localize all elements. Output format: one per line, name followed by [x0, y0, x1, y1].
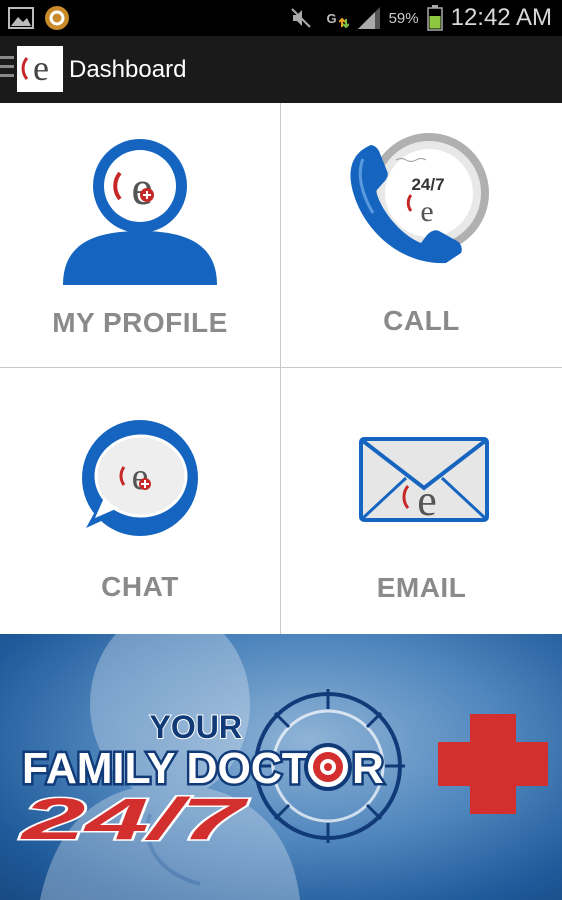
call-tile[interactable]: 24/7 e CALL: [281, 103, 562, 368]
signal-icon: [357, 7, 380, 29]
banner-line-your: YOUR: [150, 709, 242, 745]
e-logo-icon: e: [21, 48, 49, 88]
banner-line-247: 24/7: [20, 787, 249, 852]
drawer-menu-icon[interactable]: [0, 56, 14, 80]
action-bar: e Dashboard: [0, 36, 562, 106]
dashboard-grid: e MY PROFILE 24/7 e CALL e CHAT e EMAIL: [0, 103, 562, 634]
chat-tile[interactable]: e CHAT: [0, 368, 281, 634]
battery-icon: [426, 5, 443, 31]
profile-icon: e: [63, 139, 217, 285]
my-profile-label: MY PROFILE: [52, 307, 228, 338]
email-label: EMAIL: [376, 572, 467, 603]
svg-text:e: e: [417, 476, 437, 525]
svg-text:e: e: [420, 195, 433, 228]
banner-line-r: R: [352, 744, 384, 793]
my-profile-tile[interactable]: e MY PROFILE: [0, 103, 281, 368]
envelope-icon: e: [359, 437, 489, 525]
page-title: Dashboard: [69, 56, 187, 83]
data-arrows-icon: [338, 17, 349, 29]
app-notification-icon: [45, 6, 69, 30]
svg-text:24/7: 24/7: [411, 175, 444, 194]
network-type: G: [326, 10, 337, 26]
gallery-icon: [8, 7, 34, 29]
svg-text:e: e: [33, 48, 49, 88]
red-cross-icon: [438, 714, 548, 814]
status-bar: G 59% 12:42 AM: [0, 0, 562, 36]
chat-label: CHAT: [101, 571, 179, 602]
target-o-icon: [304, 743, 352, 791]
email-tile[interactable]: e EMAIL: [281, 368, 562, 634]
chat-bubble-icon: e: [82, 420, 198, 536]
banner-line-family-doctor: FAMILY DOCT: [22, 744, 308, 793]
svg-text:e: e: [132, 456, 149, 498]
app-logo[interactable]: e: [17, 46, 63, 92]
mute-icon: [291, 8, 312, 28]
promo-banner[interactable]: YOUR FAMILY DOCT R 24/7: [0, 634, 562, 900]
phone-icon: 24/7 e: [350, 133, 489, 264]
status-clock: 12:42 AM: [450, 4, 552, 31]
call-label: CALL: [383, 305, 460, 336]
battery-percent: 59%: [388, 9, 419, 27]
